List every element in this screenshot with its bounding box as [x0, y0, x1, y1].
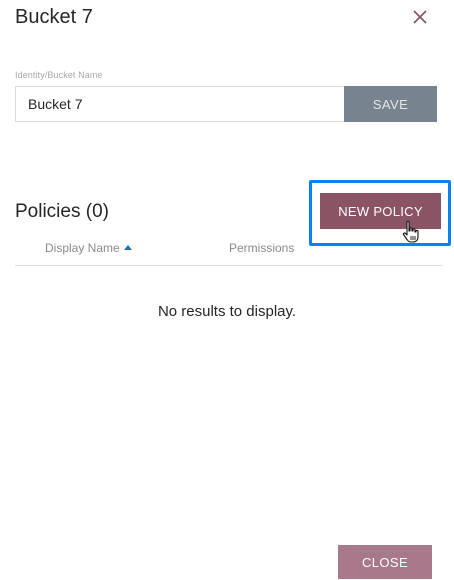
identity-name-label: Identity/Bucket Name [15, 70, 103, 80]
policies-heading: Policies (0) [15, 201, 109, 222]
column-header-permissions[interactable]: Permissions [229, 241, 294, 255]
new-policy-button[interactable]: NEW POLICY [320, 193, 441, 229]
empty-state-message: No results to display. [157, 303, 297, 320]
hand-pointer-cursor-icon [400, 220, 422, 244]
column-header-label: Permissions [229, 241, 295, 255]
column-header-label: Display Name [45, 241, 120, 255]
close-icon[interactable] [409, 6, 431, 28]
dialog-title: Bucket 7 [15, 6, 93, 28]
save-button[interactable]: SAVE [344, 86, 437, 122]
identity-name-input[interactable] [15, 86, 344, 122]
bucket-dialog: Bucket 7 Identity/Bucket Name SAVE Polic… [0, 0, 454, 580]
close-button[interactable]: CLOSE [338, 545, 432, 579]
sort-ascending-icon [123, 245, 132, 250]
table-divider [15, 265, 442, 266]
column-header-display-name[interactable]: Display Name [45, 241, 132, 255]
